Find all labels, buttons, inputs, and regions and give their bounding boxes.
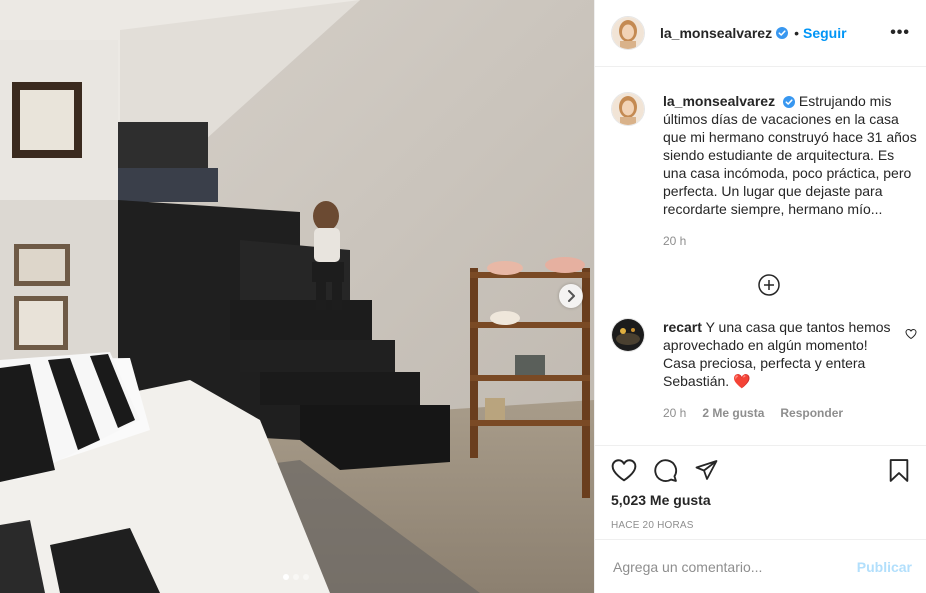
carousel-dot: [303, 574, 309, 580]
comment-input[interactable]: [611, 557, 857, 576]
carousel-indicator: [283, 574, 309, 580]
reply-button[interactable]: Responder: [780, 404, 843, 422]
likes-count[interactable]: 5,023 Me gusta: [611, 492, 910, 508]
add-circle-icon: [758, 274, 780, 296]
carousel-dot-active: [283, 574, 289, 580]
more-options-icon[interactable]: •••: [890, 24, 910, 42]
action-icons: [611, 446, 910, 494]
separator-bullet: •: [794, 25, 799, 41]
share-button[interactable]: [694, 458, 719, 482]
carousel-dot: [293, 574, 299, 580]
publish-button[interactable]: Publicar: [857, 559, 912, 575]
caption-body: la_monsealvarez Estrujando mis últimos d…: [663, 92, 918, 250]
next-arrow-icon: [568, 290, 575, 302]
post-caption: la_monsealvarez Estrujando mis últimos d…: [595, 68, 926, 250]
verified-badge-icon: [782, 96, 795, 109]
comment-button[interactable]: [653, 458, 678, 483]
caption-text: Estrujando mis últimos días de vacacione…: [663, 93, 917, 217]
comments-list[interactable]: la_monsealvarez Estrujando mis últimos d…: [595, 68, 926, 445]
post-side-panel: la_monsealvarez • Seguir ••• la_monsealv…: [594, 0, 926, 593]
commenter-username[interactable]: recart: [663, 319, 702, 335]
comment-body: recart Y una casa que tantos hemos aprov…: [663, 318, 895, 422]
comment-like-heart-icon[interactable]: [905, 328, 917, 340]
comment-icon: [654, 458, 678, 482]
follow-button[interactable]: Seguir: [803, 25, 847, 41]
commenter-avatar[interactable]: [611, 318, 645, 352]
verified-badge-icon: [776, 27, 789, 39]
add-comment-bar: Publicar: [595, 539, 926, 593]
post-actions: 5,023 Me gusta Hace 20 horas: [595, 445, 926, 531]
comment-likes[interactable]: 2 Me gusta: [702, 404, 764, 422]
comment-timestamp[interactable]: 20 h: [663, 404, 686, 422]
share-icon: [695, 460, 718, 480]
save-button[interactable]: [888, 458, 910, 483]
author-avatar[interactable]: [611, 16, 645, 50]
caption-timestamp[interactable]: 20 h: [663, 232, 918, 250]
room-photo-illustration: [0, 0, 594, 593]
bookmark-icon: [889, 458, 909, 482]
author-username[interactable]: la_monsealvarez: [660, 25, 772, 41]
caption-username[interactable]: la_monsealvarez: [663, 93, 775, 109]
comment-item: recart Y una casa que tantos hemos aprov…: [595, 296, 926, 422]
next-photo-button[interactable]: [559, 284, 583, 308]
like-button[interactable]: [611, 458, 637, 482]
post-header: la_monsealvarez • Seguir •••: [595, 0, 926, 67]
load-more-comments-button[interactable]: [758, 274, 780, 296]
post-photo[interactable]: [0, 0, 594, 593]
heart-icon: [611, 459, 637, 482]
caption-avatar[interactable]: [611, 92, 645, 126]
comment-meta: 20 h 2 Me gusta Responder: [663, 404, 895, 422]
post-timestamp[interactable]: Hace 20 horas: [611, 520, 910, 531]
